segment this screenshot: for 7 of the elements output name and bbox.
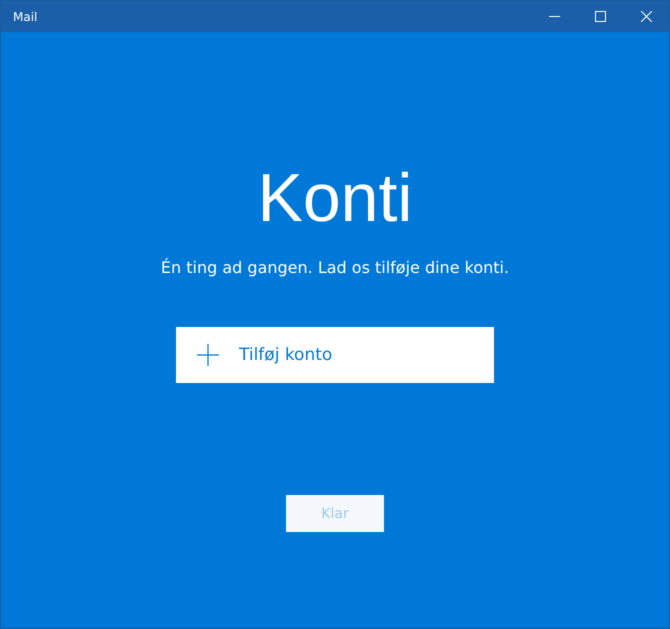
maximize-icon (594, 11, 606, 22)
subtitle: Én ting ad gangen. Lad os tilføje dine konti. (160, 258, 510, 277)
page-heading: Konti (258, 159, 412, 238)
add-account-button[interactable]: Tilføj konto (176, 327, 494, 383)
plus-icon (197, 344, 219, 366)
close-icon (640, 11, 652, 22)
window-title: Mail (12, 10, 38, 24)
